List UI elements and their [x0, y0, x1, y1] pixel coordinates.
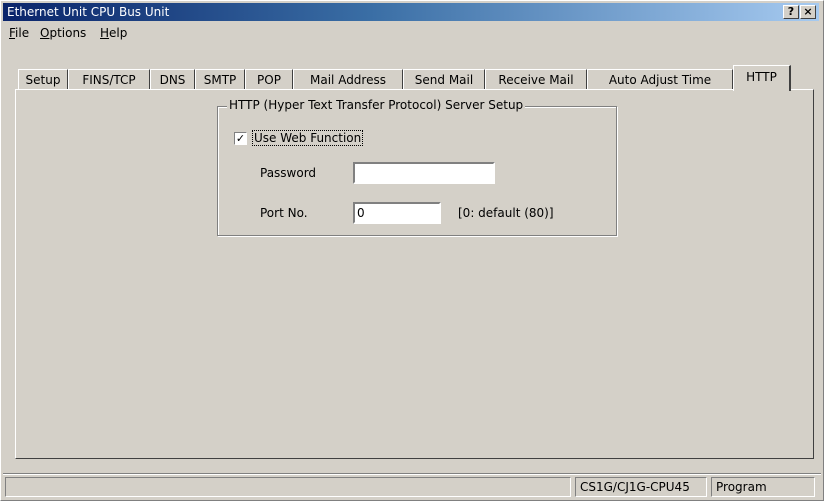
password-label: Password — [260, 166, 317, 180]
port-label: Port No. — [260, 206, 308, 220]
port-field[interactable]: 0 — [353, 202, 441, 224]
menu-bar: File Options Help — [3, 23, 819, 43]
status-pane-empty — [5, 477, 571, 497]
tab-auto-adjust-time[interactable]: Auto Adjust Time — [587, 69, 733, 89]
tab-http[interactable]: HTTP — [733, 65, 791, 91]
title-bar: Ethernet Unit CPU Bus Unit ? × — [3, 3, 819, 21]
group-title: HTTP (Hyper Text Transfer Protocol) Serv… — [227, 98, 526, 112]
status-mode: Program — [711, 477, 815, 497]
tab-receive-mail[interactable]: Receive Mail — [485, 69, 587, 89]
status-separator — [3, 473, 821, 475]
window-title: Ethernet Unit CPU Bus Unit — [7, 5, 170, 19]
status-model: CS1G/CJ1G-CPU45 — [575, 477, 707, 497]
menu-help[interactable]: Help — [100, 26, 127, 40]
tab-mail-address[interactable]: Mail Address — [293, 69, 403, 89]
tab-send-mail[interactable]: Send Mail — [403, 69, 485, 89]
port-hint: [0: default (80)] — [458, 206, 554, 220]
http-server-setup-group: HTTP (Hyper Text Transfer Protocol) Serv… — [217, 98, 617, 236]
check-icon: ✓ — [235, 132, 246, 145]
tab-smtp[interactable]: SMTP — [195, 69, 245, 89]
tab-dns[interactable]: DNS — [150, 69, 195, 89]
menu-file[interactable]: File — [9, 26, 29, 40]
tab-pop[interactable]: POP — [245, 69, 293, 89]
main-window: Ethernet Unit CPU Bus Unit ? × File Opti… — [0, 0, 824, 501]
tab-fins-tcp[interactable]: FINS/TCP — [68, 69, 150, 89]
use-web-function-checkbox[interactable]: ✓ — [234, 132, 247, 145]
password-field[interactable] — [353, 162, 495, 184]
status-bar: CS1G/CJ1G-CPU45 Program — [5, 477, 821, 497]
close-button[interactable]: × — [800, 5, 816, 19]
tab-setup[interactable]: Setup — [18, 69, 68, 89]
menu-options[interactable]: Options — [40, 26, 86, 40]
use-web-function-label[interactable]: Use Web Function — [252, 130, 364, 146]
help-button[interactable]: ? — [783, 5, 799, 19]
